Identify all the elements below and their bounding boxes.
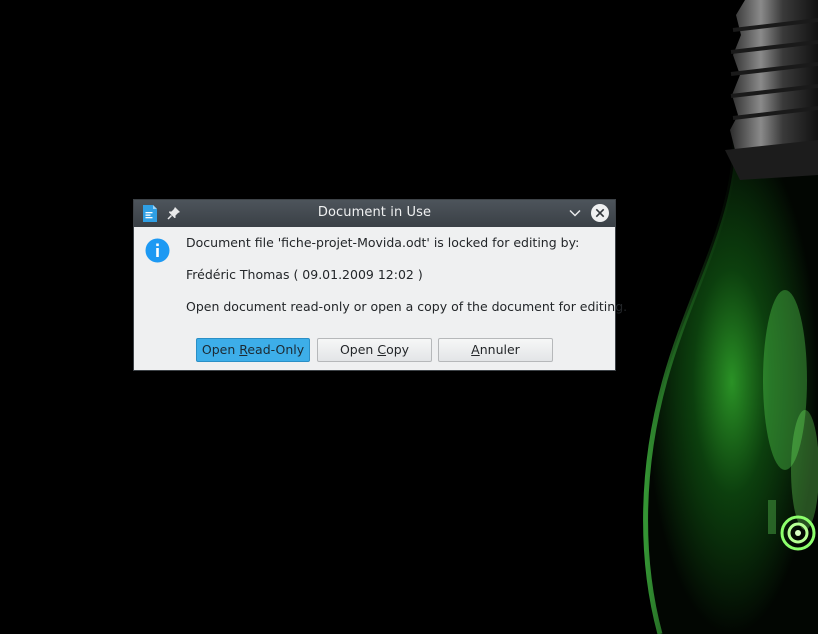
document-in-use-dialog: Document in Use Document file 'fiche-pro… — [133, 199, 627, 371]
cancel-button[interactable]: Annuler — [438, 338, 553, 362]
info-icon — [145, 238, 170, 263]
open-copy-mnemonic: C — [377, 342, 387, 357]
lock-owner: Frédéric Thomas ( 09.01.2009 12:02 ) — [186, 267, 423, 282]
chevron-down-icon[interactable] — [568, 206, 582, 220]
cancel-label-end: nnuler — [479, 342, 520, 357]
close-icon[interactable] — [590, 203, 610, 223]
open-copy-label-end: opy — [386, 342, 410, 357]
cancel-mnemonic: A — [471, 342, 480, 357]
open-read-only-label-start: Open — [201, 342, 240, 357]
lock-message: Document file 'fiche-projet-Movida.odt' … — [186, 235, 580, 250]
dialog-title: Document in Use — [317, 205, 432, 220]
open-copy-button[interactable]: Open Copy — [317, 338, 432, 362]
dialog-titlebar[interactable]: Document in Use — [134, 200, 615, 227]
open-read-only-label-end: ead-Only — [247, 342, 305, 357]
open-instructions: Open document read-only or open a copy o… — [186, 299, 628, 314]
desktop: Document in Use Document file 'fiche-pro… — [0, 0, 818, 634]
open-read-only-button[interactable]: Open Read-Only — [196, 338, 310, 362]
open-copy-label-start: Open — [339, 342, 378, 357]
